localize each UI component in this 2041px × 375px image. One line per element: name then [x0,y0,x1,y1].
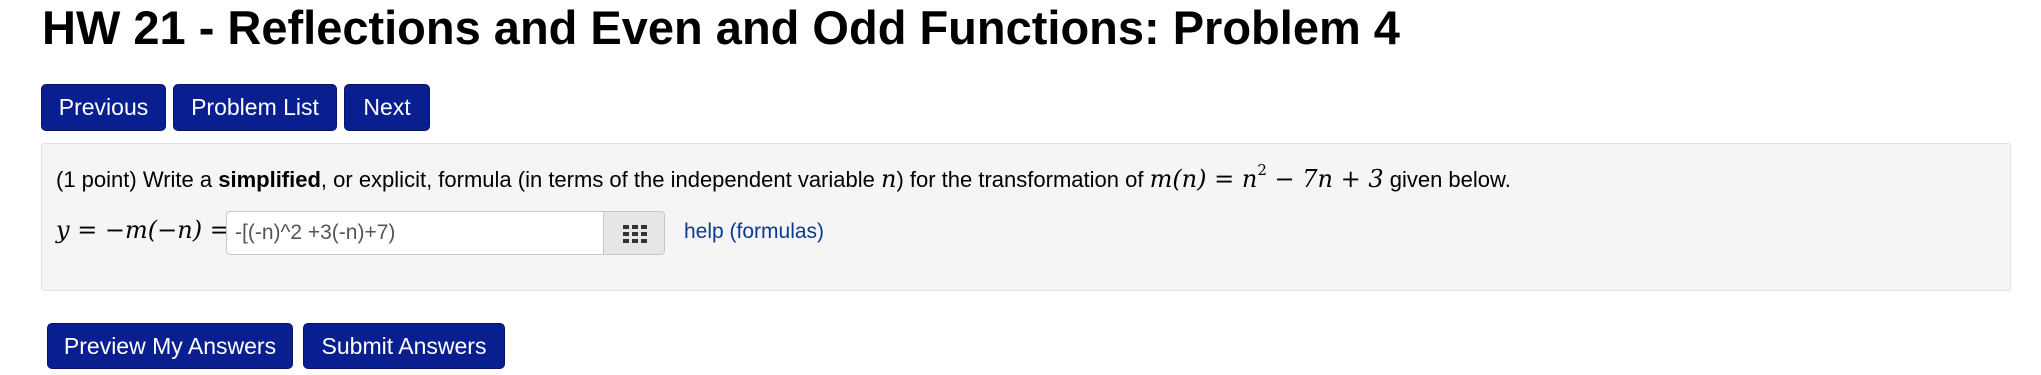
function-rhs: − 7n + 3 [1266,165,1384,193]
statement-text-2: , or explicit, formula (in terms of the … [320,167,881,192]
function-exponent: 2 [1257,161,1267,179]
problem-panel: (1 point) Write a simplified, or explici… [41,143,2011,291]
statement-text-3: ) for the transformation of [896,167,1150,192]
function-lhs: m(n) = n [1149,165,1258,193]
previous-button[interactable]: Previous [41,84,166,131]
answer-label: y = −m(−n) = [56,216,230,244]
problem-points: (1 point) [56,167,137,192]
help-formulas-link[interactable]: help (formulas) [684,220,824,244]
problem-statement: (1 point) Write a simplified, or explici… [56,158,1511,195]
statement-text-4: given below. [1383,167,1511,192]
statement-text-1: Write a [136,167,219,192]
preview-answers-button[interactable]: Preview My Answers [47,323,293,369]
function-math: m(n) = n2 − 7n + 3 [1149,161,1384,193]
statement-bold-text: simplified [218,167,321,192]
answer-input[interactable] [226,211,604,255]
equation-palette-button[interactable] [603,211,665,255]
submit-answers-button[interactable]: Submit Answers [303,323,505,369]
page-title: HW 21 - Reflections and Even and Odd Fun… [42,1,1400,54]
keypad-icon [623,225,647,243]
variable-math: n [880,165,897,193]
problem-list-button[interactable]: Problem List [173,84,337,131]
next-button[interactable]: Next [344,84,430,131]
